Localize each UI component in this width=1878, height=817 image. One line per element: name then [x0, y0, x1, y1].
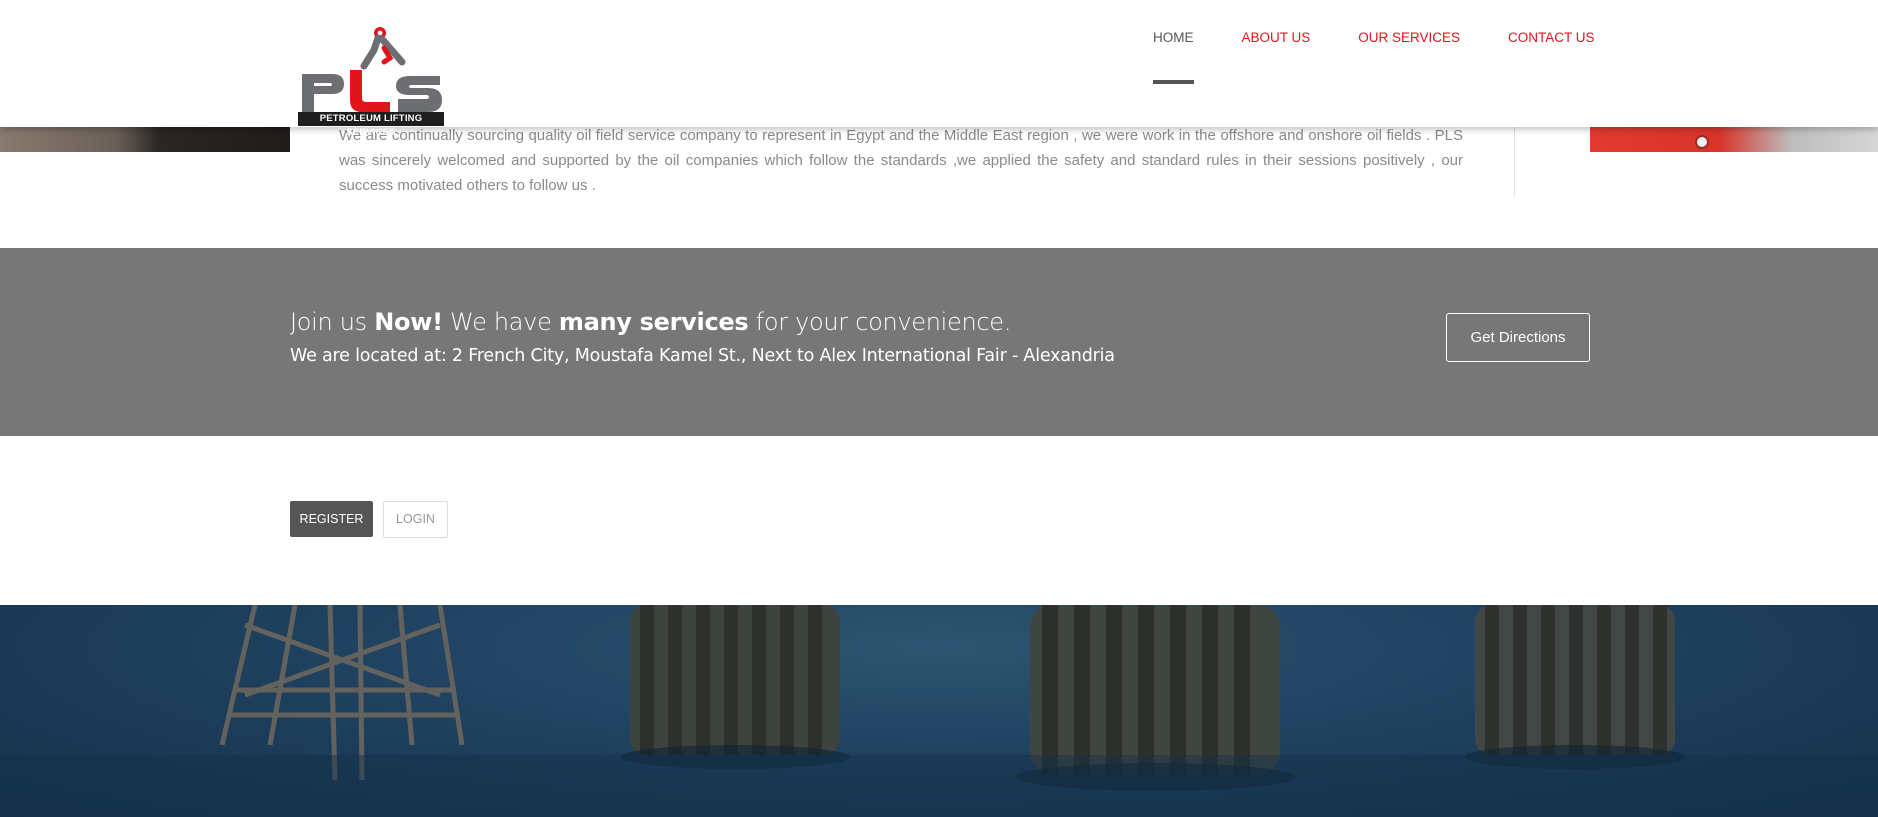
cta-band — [0, 248, 1878, 436]
cta-title-emphasis: Now! — [374, 308, 443, 336]
cta-title-text: We have — [442, 308, 559, 336]
cta-title-emphasis: many services — [558, 308, 749, 336]
cta-address: We are located at: 2 French City, Mousta… — [290, 346, 1115, 366]
pls-logo-icon — [302, 27, 442, 112]
site-header: PETROLEUM LIFTING SERVICES HOME ABOUT US… — [0, 0, 1878, 138]
register-button[interactable]: REGISTER — [290, 501, 373, 537]
nav-contact-us[interactable]: CONTACT US — [1508, 30, 1595, 45]
page: PETROLEUM LIFTING SERVICES HOME ABOUT US… — [0, 0, 1878, 817]
logo-caption: PETROLEUM LIFTING SERVICES — [298, 112, 444, 138]
active-nav-indicator — [1153, 80, 1194, 84]
divider-line — [1514, 127, 1515, 197]
get-directions-button[interactable]: Get Directions — [1446, 313, 1590, 362]
site-logo[interactable]: PETROLEUM LIFTING SERVICES — [298, 26, 444, 138]
cta-title-text: Join us — [290, 308, 375, 336]
bolt-icon — [1695, 135, 1709, 149]
footer-underwater-image — [0, 605, 1878, 817]
cta-title-text: for your convenience. — [748, 308, 1012, 336]
nav-home[interactable]: HOME — [1153, 30, 1194, 45]
about-paragraph: We are continually sourcing quality oil … — [339, 127, 1463, 194]
main-nav: HOME ABOUT US OUR SERVICES CONTACT US — [1153, 30, 1595, 45]
nav-about-us[interactable]: ABOUT US — [1242, 30, 1311, 45]
offshore-platforms-illustration — [0, 605, 1878, 817]
login-button[interactable]: LOGIN — [383, 501, 448, 538]
nav-our-services[interactable]: OUR SERVICES — [1358, 30, 1460, 45]
cta-title: Join us Now! We have many services for y… — [290, 308, 1011, 336]
